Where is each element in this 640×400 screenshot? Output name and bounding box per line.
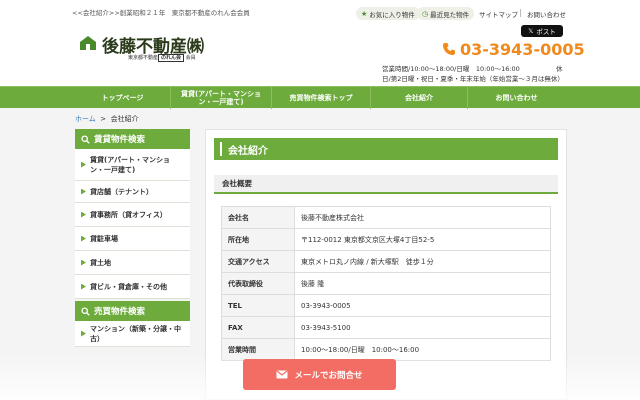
site-tagline: <<会社紹介>>創業昭和２１年 東京都不動産のれん会会員	[72, 9, 250, 17]
breadcrumb-home[interactable]: ホーム	[75, 115, 96, 123]
row-key: 会社名	[221, 206, 295, 229]
top-contact-link[interactable]: お問い合わせ	[527, 9, 566, 19]
nav-company[interactable]: 会社紹介	[371, 87, 467, 109]
breadcrumb-separator: >	[100, 115, 107, 123]
row-value: 〒112-0012 東京都文京区大塚4丁目52-5	[294, 228, 551, 251]
mail-contact-label: メールでお問合せ	[294, 370, 363, 381]
row-value: 東京メトロ丸ノ内線 / 新大塚駅 徒歩１分	[294, 250, 551, 273]
mail-contact-button[interactable]: メールでお問合せ	[243, 359, 396, 390]
row-value: 後藤不動産株式会社	[294, 206, 551, 229]
company-info-table: 会社名 後藤不動産株式会社 所在地 〒112-0012 東京都文京区大塚4丁目52-…	[221, 206, 551, 361]
sidebar-item-building[interactable]: 貸ビル・貸倉庫・その他	[75, 275, 190, 299]
nav-contact[interactable]: お問い合わせ	[468, 87, 565, 109]
row-key: 代表取締役	[221, 272, 295, 295]
page-title: 会社紹介	[214, 138, 558, 160]
sidebar-item-parking[interactable]: 貸駐車場	[75, 227, 190, 251]
row-value: 03-3943-0005	[294, 294, 551, 317]
nav-sale-search[interactable]: 売買物件検索トップ	[272, 87, 370, 109]
row-value: 後藤 隆	[294, 272, 551, 295]
top-bar: <<会社紹介>>創業昭和２１年 東京都不動産のれん会会員 ★ お気に入り物件 ◷…	[0, 0, 640, 22]
global-nav: トップページ 賃貸(アパート・マンション・一戸建て) 売買物件検索トップ 会社紹…	[0, 86, 640, 109]
phone-number: 03-3943-0005	[460, 39, 585, 59]
sale-search-heading: 売買物件検索	[75, 301, 190, 321]
logo-subtitle: 東京都不動産 のれん会 会員	[128, 54, 196, 62]
x-logo-icon: 𝕏	[528, 27, 534, 35]
table-row: 交通アクセス 東京メトロ丸ノ内線 / 新大塚駅 徒歩１分	[221, 250, 551, 273]
sale-search-heading-label: 売買物件検索	[94, 307, 146, 317]
row-key: 交通アクセス	[221, 250, 295, 273]
section-title: 会社概要	[214, 175, 558, 194]
nav-top-page[interactable]: トップページ	[75, 87, 170, 109]
sidebar-item-land[interactable]: 貸土地	[75, 251, 190, 275]
rental-search-heading-label: 賃貸物件検索	[94, 135, 146, 145]
sidebar-item-office[interactable]: 貸事務所（貸オフィス）	[75, 203, 190, 227]
row-key: FAX	[221, 316, 295, 339]
table-row: 会社名 後藤不動産株式会社	[221, 206, 551, 229]
sidebar-item-shop[interactable]: 貸店舗（テナント）	[75, 181, 190, 203]
envelope-icon	[276, 370, 288, 379]
business-hours-tail: 休	[556, 65, 563, 73]
house-logo-icon[interactable]	[78, 35, 98, 51]
sidebar: 賃貸物件検索 賃貸(アパート・マンション・一戸建て) 貸店舗（テナント） 貸事務…	[75, 129, 190, 347]
business-hours: 営業時間/10:00～18:00/日曜 10:00～16:00	[382, 65, 520, 73]
logo-sub-suffix: 会員	[185, 55, 196, 61]
phone-block[interactable]: 03-3943-0005	[442, 38, 585, 60]
nav-rental[interactable]: 賃貸(アパート・マンション・一戸建て)	[171, 87, 271, 109]
favorites-label: お気に入り物件	[369, 10, 415, 19]
table-row: TEL 03-3943-0005	[221, 294, 551, 317]
table-row: 代表取締役 後藤 隆	[221, 272, 551, 295]
logo-sub-mark: のれん会	[158, 54, 185, 62]
sitemap-link[interactable]: サイトマップ	[479, 9, 518, 19]
search-icon	[81, 306, 90, 316]
recent-viewed-button[interactable]: ◷ 最近見た物件	[417, 7, 475, 20]
breadcrumb: ホーム > 会社紹介	[75, 114, 139, 124]
table-row: FAX 03-3943-5100	[221, 316, 551, 339]
sidebar-item-mansion[interactable]: マンション（新築・分譲・中古）	[75, 321, 190, 347]
logo-sub-prefix: 東京都不動産	[128, 55, 159, 61]
breadcrumb-current: 会社紹介	[110, 115, 139, 123]
top-divider	[520, 9, 521, 17]
row-key: 所在地	[221, 228, 295, 251]
star-icon: ★	[361, 9, 368, 18]
sidebar-item-rental-housing[interactable]: 賃貸(アパート・マンション・一戸建て)	[75, 149, 190, 181]
table-row: 所在地 〒112-0012 東京都文京区大塚4丁目52-5	[221, 228, 551, 251]
row-value: 03-3943-5100	[294, 316, 551, 339]
phone-icon	[443, 43, 455, 55]
clock-icon: ◷	[422, 9, 429, 18]
rental-search-heading: 賃貸物件検索	[75, 129, 190, 149]
recent-viewed-label: 最近見た物件	[430, 10, 470, 19]
holidays-text: 日/第2日曜・祝日・夏季・年末年始（年始営業～３月は無休）	[382, 75, 564, 83]
search-icon	[81, 134, 90, 144]
post-share-button[interactable]: 𝕏 ポスト	[521, 25, 563, 37]
row-key: TEL	[221, 294, 295, 317]
site-header: 後藤不動産㈱ 東京都不動産 のれん会 会員 𝕏 ポスト 03-3943-0005 …	[0, 22, 640, 86]
favorites-button[interactable]: ★ お気に入り物件	[356, 7, 420, 20]
post-label: ポスト	[536, 28, 556, 36]
